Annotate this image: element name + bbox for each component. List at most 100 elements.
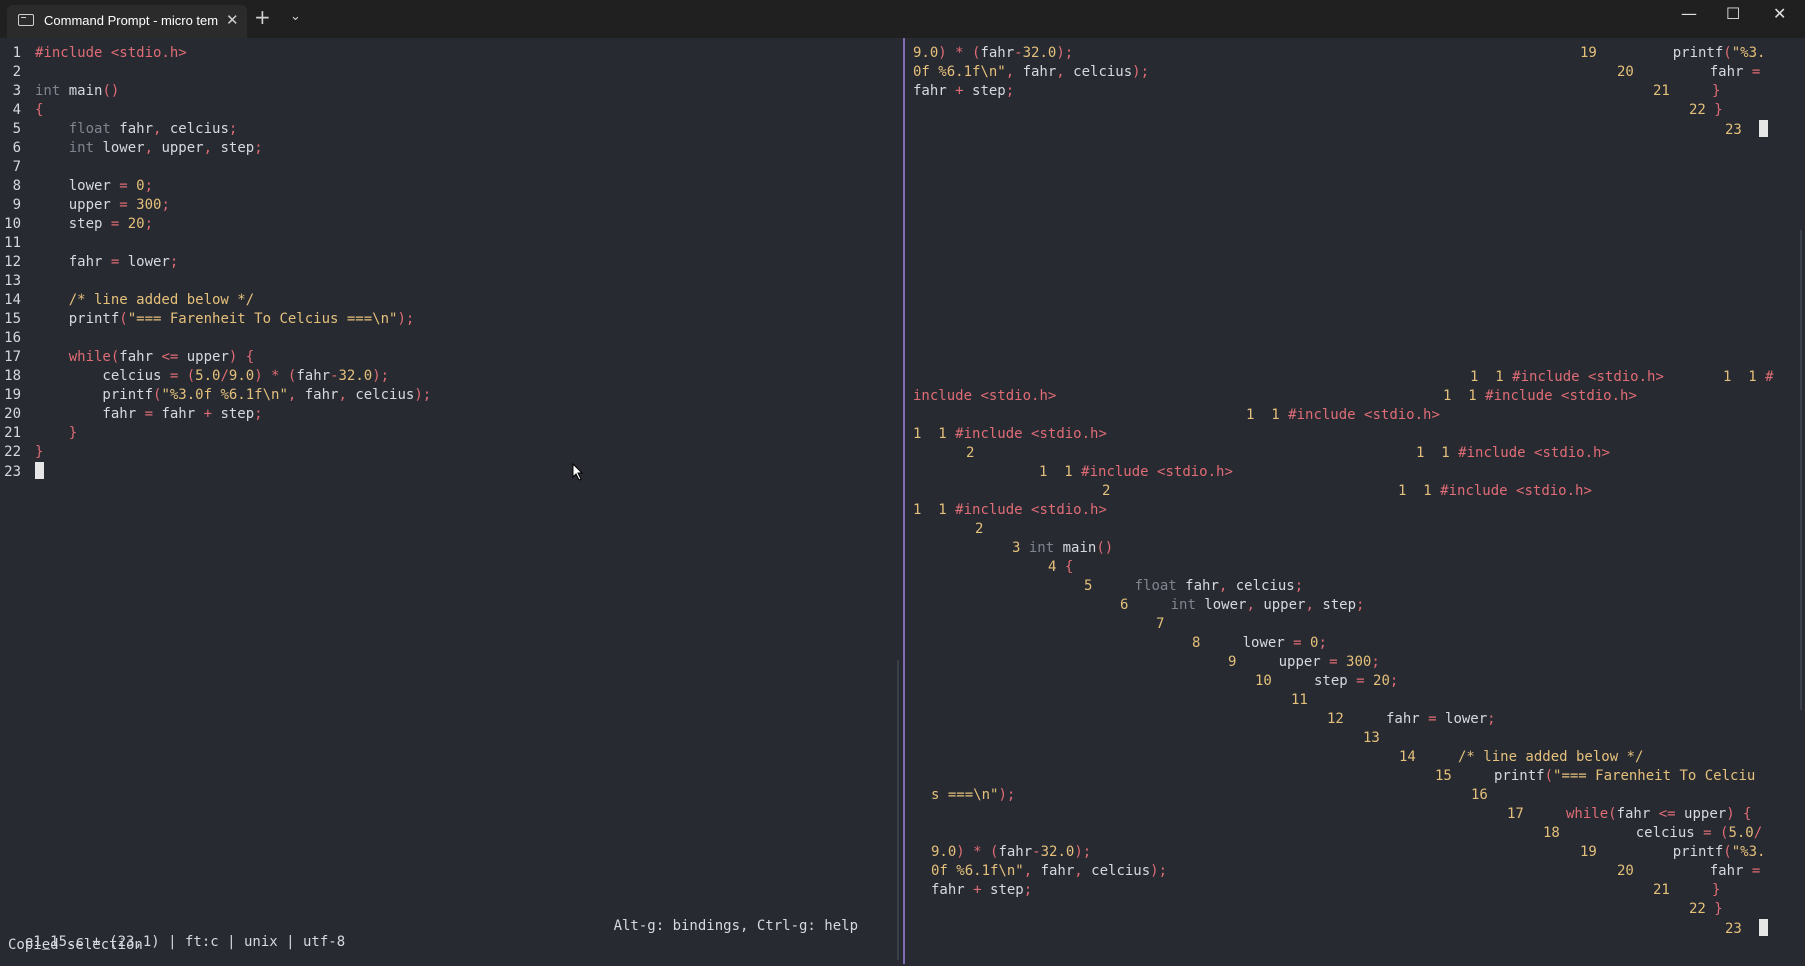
code-token: step (1271, 673, 1357, 689)
code-token: <stdio.h> (980, 388, 1057, 404)
code-token: , (1218, 578, 1236, 594)
code-token: - (1014, 45, 1023, 61)
code-token: int (1128, 597, 1205, 613)
code-line[interactable]: 1 #include <stdio.h> (13, 44, 894, 63)
pane-divider[interactable] (903, 38, 905, 964)
code-line[interactable]: 4{ (13, 101, 894, 120)
code-line[interactable]: 23 (4, 462, 894, 481)
code-line[interactable]: 12 fahr = lower; (4, 253, 894, 272)
code-line[interactable]: 22} (4, 443, 894, 462)
code-line[interactable]: 9 upper = 300; (13, 196, 894, 215)
code-line[interactable]: 18 celcius = (5.0/9.0) * (fahr-32.0); (4, 367, 894, 386)
code-token: = ( (1703, 825, 1729, 841)
code-token: #include (1449, 445, 1535, 461)
code-token: ); (1056, 45, 1074, 61)
code-token: / (220, 368, 229, 384)
code-line[interactable]: 11 (4, 234, 894, 253)
minimize-button[interactable]: — (1681, 4, 1697, 23)
code-line[interactable]: 19 printf("%3.0f %6.1f\n", fahr, celcius… (4, 386, 894, 405)
terminal-output-line: 2 (1102, 482, 1110, 501)
code-line[interactable]: 16 (4, 329, 894, 348)
maximize-button[interactable]: ☐ (1726, 4, 1740, 23)
code-token: float (1092, 578, 1186, 594)
terminal-output-line: 9.0) * (fahr-32.0); (931, 843, 1091, 862)
code-token: fahr (35, 254, 111, 270)
code-token: upper (35, 197, 120, 213)
scrollbar-left[interactable] (897, 660, 899, 960)
line-number: 20 (4, 406, 21, 422)
code-token: 1 (1748, 369, 1757, 385)
code-token: step (1322, 597, 1357, 613)
close-tab-icon[interactable]: ✕ (226, 11, 239, 29)
code-token: 1 (1271, 407, 1280, 423)
code-token: printf (35, 311, 120, 327)
code-token: ( (119, 311, 128, 327)
chevron-down-icon[interactable]: ⌄ (290, 9, 301, 24)
code-token: , (1005, 64, 1023, 80)
code-line[interactable]: 8 lower = 0; (13, 177, 894, 196)
line-number: 7 (12, 159, 21, 175)
code-text: fahr = lower; (35, 254, 179, 270)
code-token: / (1753, 825, 1763, 841)
code-line[interactable]: 7 (13, 158, 894, 177)
terminal-output-line: 1 1 #include <stdio.h> (1470, 368, 1664, 387)
code-line[interactable]: 2 (13, 63, 894, 82)
code-token: fahr (913, 83, 956, 99)
terminal-output-line: include <stdio.h> (913, 387, 1056, 406)
code-token: fahr (998, 844, 1033, 860)
terminal-output-line: 18 celcius = (5.0/ (1543, 824, 1762, 843)
code-token: "=== Farenheit To Celcius ===\n" (127, 311, 398, 327)
terminal-output-line: 1 1 #include <stdio.h> (913, 501, 1107, 520)
code-token: celcius (35, 368, 170, 384)
code-line[interactable]: 6 int lower, upper, step; (13, 139, 894, 158)
terminal-output-line: 15 printf("=== Farenheit To Celciu (1435, 767, 1755, 786)
code-token: fahr (1633, 863, 1752, 879)
code-token: ) { (1726, 806, 1752, 822)
code-token: - (1032, 844, 1041, 860)
code-line[interactable]: 10 step = 20; (4, 215, 894, 234)
code-line[interactable]: 15 printf("=== Farenheit To Celcius ===\… (4, 310, 894, 329)
code-token: <stdio.h> (1561, 388, 1637, 404)
code-token: fahr (980, 45, 1015, 61)
code-token: step (990, 882, 1024, 898)
code-token: = (1751, 64, 1761, 80)
new-tab-button[interactable]: + (254, 5, 271, 29)
tab-command-prompt[interactable]: Command Prompt - micro tem ✕ (7, 5, 247, 38)
code-token: <= (161, 349, 187, 365)
code-text: fahr = fahr + step; (35, 406, 262, 422)
code-token: 5.0 (1728, 825, 1754, 841)
code-token: 16 (1471, 787, 1488, 803)
code-line[interactable]: 17 while(fahr <= upper) { (4, 348, 894, 367)
code-token: #include (35, 45, 111, 61)
code-token: upper (1236, 654, 1330, 670)
code-line[interactable]: 3 int main() (13, 82, 894, 101)
code-text: } (35, 425, 77, 441)
code-line[interactable]: 21 } (4, 424, 894, 443)
line-number: 18 (4, 368, 21, 384)
code-token: "=== Farenheit To Celciu (1553, 768, 1756, 784)
line-number: 22 (4, 444, 21, 460)
line-number: 8 (12, 178, 21, 194)
terminal-output-line: fahr + step; (913, 82, 1014, 101)
close-window-button[interactable]: ✕ (1773, 4, 1786, 23)
terminal-output-line: 20 fahr = (1617, 862, 1760, 881)
code-token: 0f %6.1f\n" (931, 863, 1024, 879)
code-line[interactable]: 5 float fahr, celcius; (13, 120, 894, 139)
code-line[interactable]: 13 (4, 272, 894, 291)
editor-pane[interactable]: 1 #include <stdio.h> 2 3 int main() 4{5 float… (4, 44, 894, 481)
code-token: "%3.0f %6.1f\n" (161, 387, 288, 403)
status-help: Alt-g: bindings, Ctrl-g: help (613, 918, 858, 934)
line-number: 2 (12, 64, 21, 80)
scrollbar-right[interactable] (1800, 230, 1802, 710)
code-token: #include (1431, 483, 1517, 499)
code-token: s ===\n" (931, 787, 999, 803)
code-line[interactable]: 20 fahr = fahr + step; (4, 405, 894, 424)
code-line[interactable]: 14 /* line added below */ (4, 291, 894, 310)
code-token: 1 (938, 502, 947, 518)
code-token: celcius (1091, 863, 1151, 879)
code-token: step (972, 83, 1006, 99)
